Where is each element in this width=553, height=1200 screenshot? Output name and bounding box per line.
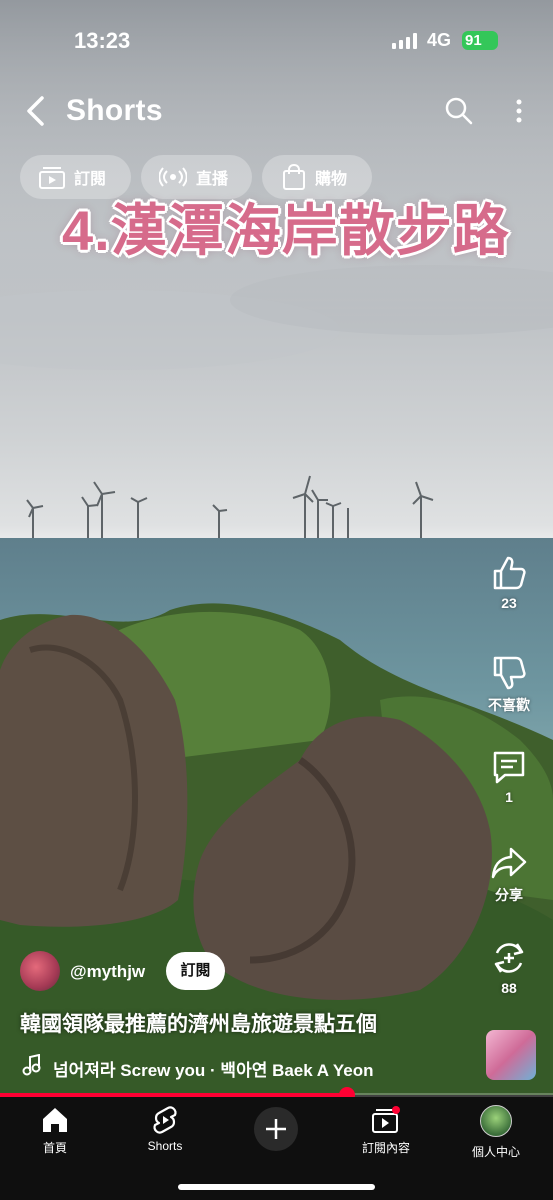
home-indicator [178, 1184, 375, 1190]
music-thumbnail[interactable] [486, 1030, 536, 1080]
dislike-label: 不喜歡 [488, 697, 530, 713]
video-title[interactable]: 韓國領隊最推薦的濟州島旅遊景點五個 [20, 1008, 377, 1038]
remix-icon [494, 943, 524, 973]
dislike-button[interactable]: 不喜歡 [479, 655, 539, 715]
nav-label: 個人中心 [471, 1145, 520, 1159]
remix-button[interactable]: 88 [479, 940, 539, 996]
music-title: 넘어져라 Screw you · 백아연 Baek A Yeon [53, 1061, 374, 1080]
nav-label: 訂閱內容 [361, 1141, 410, 1155]
music-note-icon [22, 1054, 41, 1076]
shorts-icon [153, 1106, 177, 1134]
back-arrow-icon[interactable] [22, 94, 50, 128]
shorts-header: Shorts [0, 88, 553, 136]
nav-label: 首頁 [42, 1141, 67, 1155]
nav-profile[interactable]: 個人中心 [446, 1105, 546, 1160]
thumbs-up-icon [493, 556, 526, 590]
home-icon [43, 1108, 67, 1132]
create-button[interactable] [254, 1107, 298, 1151]
search-icon[interactable] [444, 96, 474, 126]
network-type: 4G [427, 30, 452, 50]
channel-handle[interactable]: @mythjw [70, 962, 145, 982]
nav-shorts[interactable]: Shorts [115, 1105, 215, 1153]
battery-level: 91 [465, 32, 482, 49]
profile-avatar [480, 1105, 512, 1137]
plus-icon [266, 1119, 286, 1139]
comment-icon [493, 751, 525, 784]
nav-label: Shorts [147, 1139, 183, 1153]
comment-count: 1 [505, 789, 513, 805]
share-icon [491, 847, 527, 879]
nav-subscriptions[interactable]: 訂閱內容 [336, 1105, 436, 1156]
status-bar: 13:23 4G 91 [0, 0, 553, 80]
like-button[interactable]: 23 [479, 555, 539, 611]
subscribe-button[interactable]: 訂閱 [166, 952, 225, 990]
status-time: 13:23 [74, 28, 131, 53]
remix-count: 88 [501, 980, 517, 996]
nav-home[interactable]: 首頁 [5, 1105, 105, 1156]
more-options-icon[interactable] [507, 96, 531, 126]
like-count: 23 [501, 595, 517, 611]
thumbs-down-icon [493, 656, 526, 690]
share-label: 分享 [495, 887, 523, 903]
share-button[interactable]: 分享 [479, 845, 539, 905]
page-title: Shorts [66, 94, 163, 127]
comments-button[interactable]: 1 [479, 749, 539, 805]
subscriptions-icon [372, 1106, 400, 1133]
video-caption-overlay: 4.漢潭海岸散步路 [62, 199, 510, 262]
battery-icon: 91 [462, 31, 498, 50]
signal-icon [392, 33, 417, 49]
channel-avatar[interactable] [20, 951, 60, 991]
